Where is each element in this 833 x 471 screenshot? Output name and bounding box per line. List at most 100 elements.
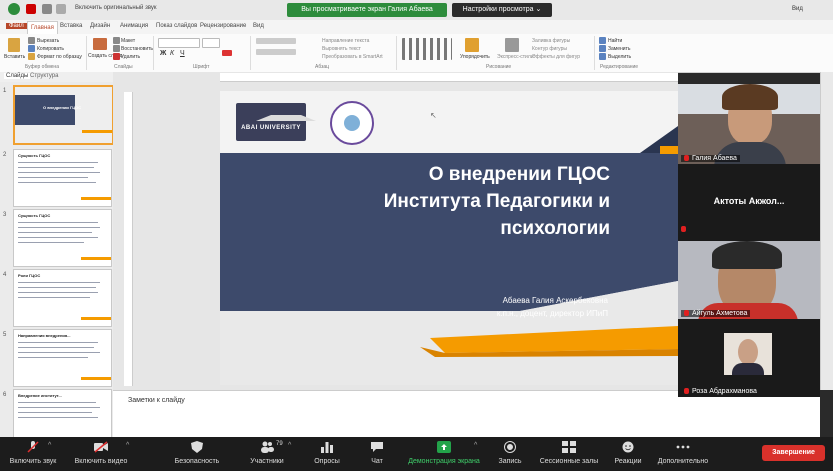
security-button[interactable]: Безопасность: [168, 437, 226, 471]
thumb-text-line: [18, 177, 88, 178]
tab-review[interactable]: Рецензирование: [200, 23, 246, 29]
record-button[interactable]: Запись: [490, 437, 530, 471]
quick-styles-button[interactable]: Экспресс-стили: [497, 54, 534, 60]
polls-button[interactable]: Опросы: [306, 437, 348, 471]
unmute-button[interactable]: ^ Включить звук: [2, 437, 64, 471]
tab-home[interactable]: Главная: [27, 21, 58, 34]
slide-thumbnail[interactable]: Роли ГЦОС: [13, 269, 112, 327]
video-tile[interactable]: Галия Абаева: [678, 84, 820, 164]
paste-icon[interactable]: [8, 38, 20, 52]
shapes-gallery[interactable]: [402, 38, 452, 60]
save-icon[interactable]: [42, 4, 52, 14]
slide-number: 3: [3, 212, 7, 218]
select-icon[interactable]: [599, 53, 606, 60]
undo-icon[interactable]: [56, 4, 66, 14]
underline-icon[interactable]: Ч: [180, 50, 185, 57]
slide-thumbnail[interactable]: Сущность ГЦОС: [13, 209, 112, 267]
chevron-up-icon[interactable]: ^: [288, 442, 291, 449]
participants-button[interactable]: 79 ^ Участники: [240, 437, 294, 471]
copy-button[interactable]: Копировать: [37, 46, 64, 52]
thumb-title: Роли ГЦОС: [18, 273, 41, 278]
cut-button[interactable]: Вырезать: [37, 38, 59, 44]
chevron-up-icon[interactable]: ^: [474, 442, 477, 449]
copy-icon[interactable]: [28, 45, 35, 52]
slide-thumbnail[interactable]: О внедрении ГЦОС: [13, 85, 114, 145]
quick-styles-icon[interactable]: [505, 38, 519, 52]
thumb-text-line: [18, 342, 98, 343]
video-tile[interactable]: Актоты Акжол...: [678, 164, 820, 241]
chat-button[interactable]: Чат: [356, 437, 398, 471]
thumb-text-line: [18, 222, 98, 223]
tab-slideshow[interactable]: Показ слайдов: [156, 23, 197, 29]
recording-indicator-icon: [26, 4, 36, 14]
slide-thumbnail[interactable]: Направления внедрения...: [13, 329, 112, 387]
chevron-up-icon[interactable]: ^: [126, 442, 129, 449]
layout-button[interactable]: Макет: [121, 38, 135, 44]
tab-file[interactable]: Файл: [6, 23, 27, 29]
thumb-text-line: [18, 282, 100, 283]
tab-design[interactable]: Дизайн: [90, 23, 110, 29]
vertical-scrollbar[interactable]: [820, 72, 833, 390]
end-meeting-button[interactable]: Завершение: [762, 445, 825, 461]
find-icon[interactable]: [599, 37, 606, 44]
notes-pane[interactable]: Заметки к слайду: [113, 390, 820, 438]
paste-button[interactable]: Вставить: [4, 54, 25, 60]
shape-outline-button[interactable]: Контур фигуры: [532, 46, 567, 52]
thumb-text-line: [18, 172, 100, 173]
ribbon-tab-bar: Файл Главная Вставка Дизайн Анимация Пок…: [0, 20, 833, 35]
view-label[interactable]: Вид: [792, 6, 803, 12]
view-options-button[interactable]: Настройки просмотра ⌄: [452, 3, 552, 17]
cut-icon[interactable]: [28, 37, 35, 44]
italic-icon[interactable]: К: [170, 50, 174, 57]
layout-icon[interactable]: [113, 37, 120, 44]
thumb-accent-bar: [81, 377, 111, 380]
format-painter-icon[interactable]: [28, 53, 35, 60]
thumb-text-line: [18, 357, 88, 358]
more-button[interactable]: Дополнительно: [652, 437, 714, 471]
chevron-up-icon[interactable]: ^: [48, 442, 51, 449]
slide-thumbnail[interactable]: Сущность ГЦОС: [13, 149, 112, 207]
delete-button[interactable]: Удалить: [121, 54, 140, 60]
participants-count: 79: [276, 441, 283, 447]
select-button[interactable]: Выделить: [608, 54, 631, 60]
slide-thumbnails-panel[interactable]: 1 О внедрении ГЦОС 2 Сущность ГЦОС 3 Сущ…: [0, 82, 114, 447]
institute-seal-logo: [330, 101, 374, 145]
replace-icon[interactable]: [599, 45, 606, 52]
participant-name: Галия Абаева: [681, 155, 740, 162]
shape-fill-button[interactable]: Заливка фигуры: [532, 38, 570, 44]
bold-icon[interactable]: Ж: [160, 50, 166, 57]
video-tile[interactable]: Айгуль Ахметова: [678, 241, 820, 319]
original-sound-toggle[interactable]: Включить оригинальный звук: [75, 5, 157, 11]
format-painter-button[interactable]: Формат по образцу: [37, 54, 82, 60]
reactions-button[interactable]: Реакции: [608, 437, 648, 471]
align-text-button[interactable]: Выровнять текст: [322, 46, 361, 52]
font-family-select[interactable]: [158, 38, 200, 48]
delete-icon[interactable]: [113, 53, 120, 60]
slides-tab[interactable]: Слайды: [4, 73, 31, 79]
current-slide[interactable]: ABAI UNIVERSITY О внедрении ГЦОС Институ…: [220, 91, 678, 385]
reset-icon[interactable]: [113, 45, 120, 52]
new-slide-icon[interactable]: [93, 38, 107, 50]
list-buttons[interactable]: [256, 38, 296, 44]
tab-view[interactable]: Вид: [253, 23, 264, 29]
thumb-text-line: [18, 297, 90, 298]
outline-tab[interactable]: Структура: [30, 73, 58, 79]
arrange-icon[interactable]: [465, 38, 479, 52]
text-direction-button[interactable]: Направление текста: [322, 38, 369, 44]
replace-button[interactable]: Заменить: [608, 46, 630, 52]
reset-button[interactable]: Восстановить: [121, 46, 153, 52]
find-button[interactable]: Найти: [608, 38, 622, 44]
shape-effects-button[interactable]: Эффекты для фигур: [532, 54, 580, 60]
arrange-button[interactable]: Упорядочить: [460, 54, 490, 60]
font-color-icon[interactable]: [222, 50, 232, 56]
smartart-button[interactable]: Преобразовать в SmartArt: [322, 54, 383, 60]
zoom-shield-icon[interactable]: [8, 3, 20, 15]
font-size-select[interactable]: [202, 38, 220, 48]
tab-animation[interactable]: Анимация: [120, 23, 148, 29]
align-buttons[interactable]: [256, 49, 296, 55]
start-video-button[interactable]: ^ Включить видео: [68, 437, 134, 471]
video-tile[interactable]: Роза Абдрахманова: [678, 319, 820, 397]
tab-insert[interactable]: Вставка: [60, 23, 82, 29]
breakout-rooms-button[interactable]: Сессионные залы: [534, 437, 604, 471]
share-screen-button[interactable]: ^ Демонстрация экрана: [402, 437, 486, 471]
